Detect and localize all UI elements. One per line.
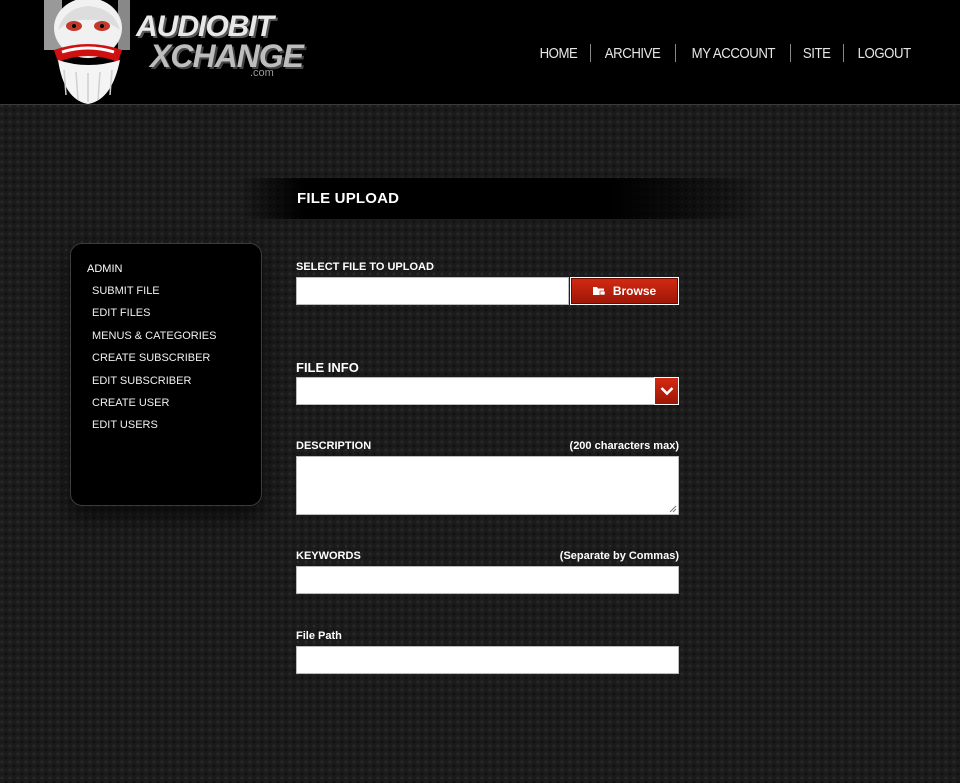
file-info-dropdown-button[interactable] [654,377,679,405]
page-title-bar: FILE UPLOAD [240,178,770,219]
sidebar-heading: ADMIN [87,263,123,275]
sidebar-item-submit-file[interactable]: SUBMIT FILE [92,284,216,306]
logo-wordmark: AUDIOBIT XCHANGE .com [136,12,304,79]
sidebar-item-menus-categories[interactable]: MENUS & CATEGORIES [92,329,216,351]
nav-divider [842,44,844,62]
nav-logout[interactable]: LOGOUT [848,45,919,62]
mascot-icon [44,0,130,104]
filepath-input[interactable] [296,646,679,674]
nav-site[interactable]: SITE [794,45,839,62]
keywords-label: KEYWORDS [296,550,361,562]
nav-my-account[interactable]: MY ACCOUNT [682,45,783,62]
nav-archive[interactable]: ARCHIVE [596,45,669,62]
site-logo[interactable]: AUDIOBIT XCHANGE .com [44,0,304,105]
chevron-down-icon [660,387,673,396]
site-header: AUDIOBIT XCHANGE .com HOME ARCHIVE MY AC… [0,0,960,105]
keywords-hint: (Separate by Commas) [559,550,679,562]
sidebar-menu: SUBMIT FILE EDIT FILES MENUS & CATEGORIE… [92,284,216,441]
resize-grip-icon[interactable] [669,505,677,513]
browse-button[interactable]: Browse [570,277,679,305]
select-file-label: SELECT FILE TO UPLOAD [296,261,434,273]
page-title: FILE UPLOAD [297,190,400,207]
nav-divider [674,44,676,62]
sidebar-item-edit-files[interactable]: EDIT FILES [92,306,216,328]
admin-sidebar: ADMIN SUBMIT FILE EDIT FILES MENUS & CAT… [70,243,262,506]
nav-home[interactable]: HOME [531,45,586,62]
nav-divider [590,44,592,62]
keywords-input[interactable] [296,566,679,594]
top-nav: HOME ARCHIVE MY ACCOUNT SITE LOGOUT [527,44,924,62]
filepath-label: File Path [296,630,342,642]
file-info-label: FILE INFO [296,360,359,375]
logo-line-2: XCHANGE [150,38,304,74]
file-path-display[interactable] [296,277,569,305]
browse-button-label: Browse [612,284,657,298]
sidebar-item-create-user[interactable]: CREATE USER [92,396,216,418]
description-label: DESCRIPTION [296,440,372,452]
description-hint: (200 characters max) [569,440,679,452]
sidebar-item-create-subscriber[interactable]: CREATE SUBSCRIBER [92,351,216,373]
file-info-select[interactable] [296,377,655,405]
folder-icon [592,287,605,296]
sidebar-item-edit-subscriber[interactable]: EDIT SUBSCRIBER [92,374,216,396]
description-textarea[interactable] [296,456,679,515]
nav-divider [790,44,792,62]
sidebar-item-edit-users[interactable]: EDIT USERS [92,418,216,440]
